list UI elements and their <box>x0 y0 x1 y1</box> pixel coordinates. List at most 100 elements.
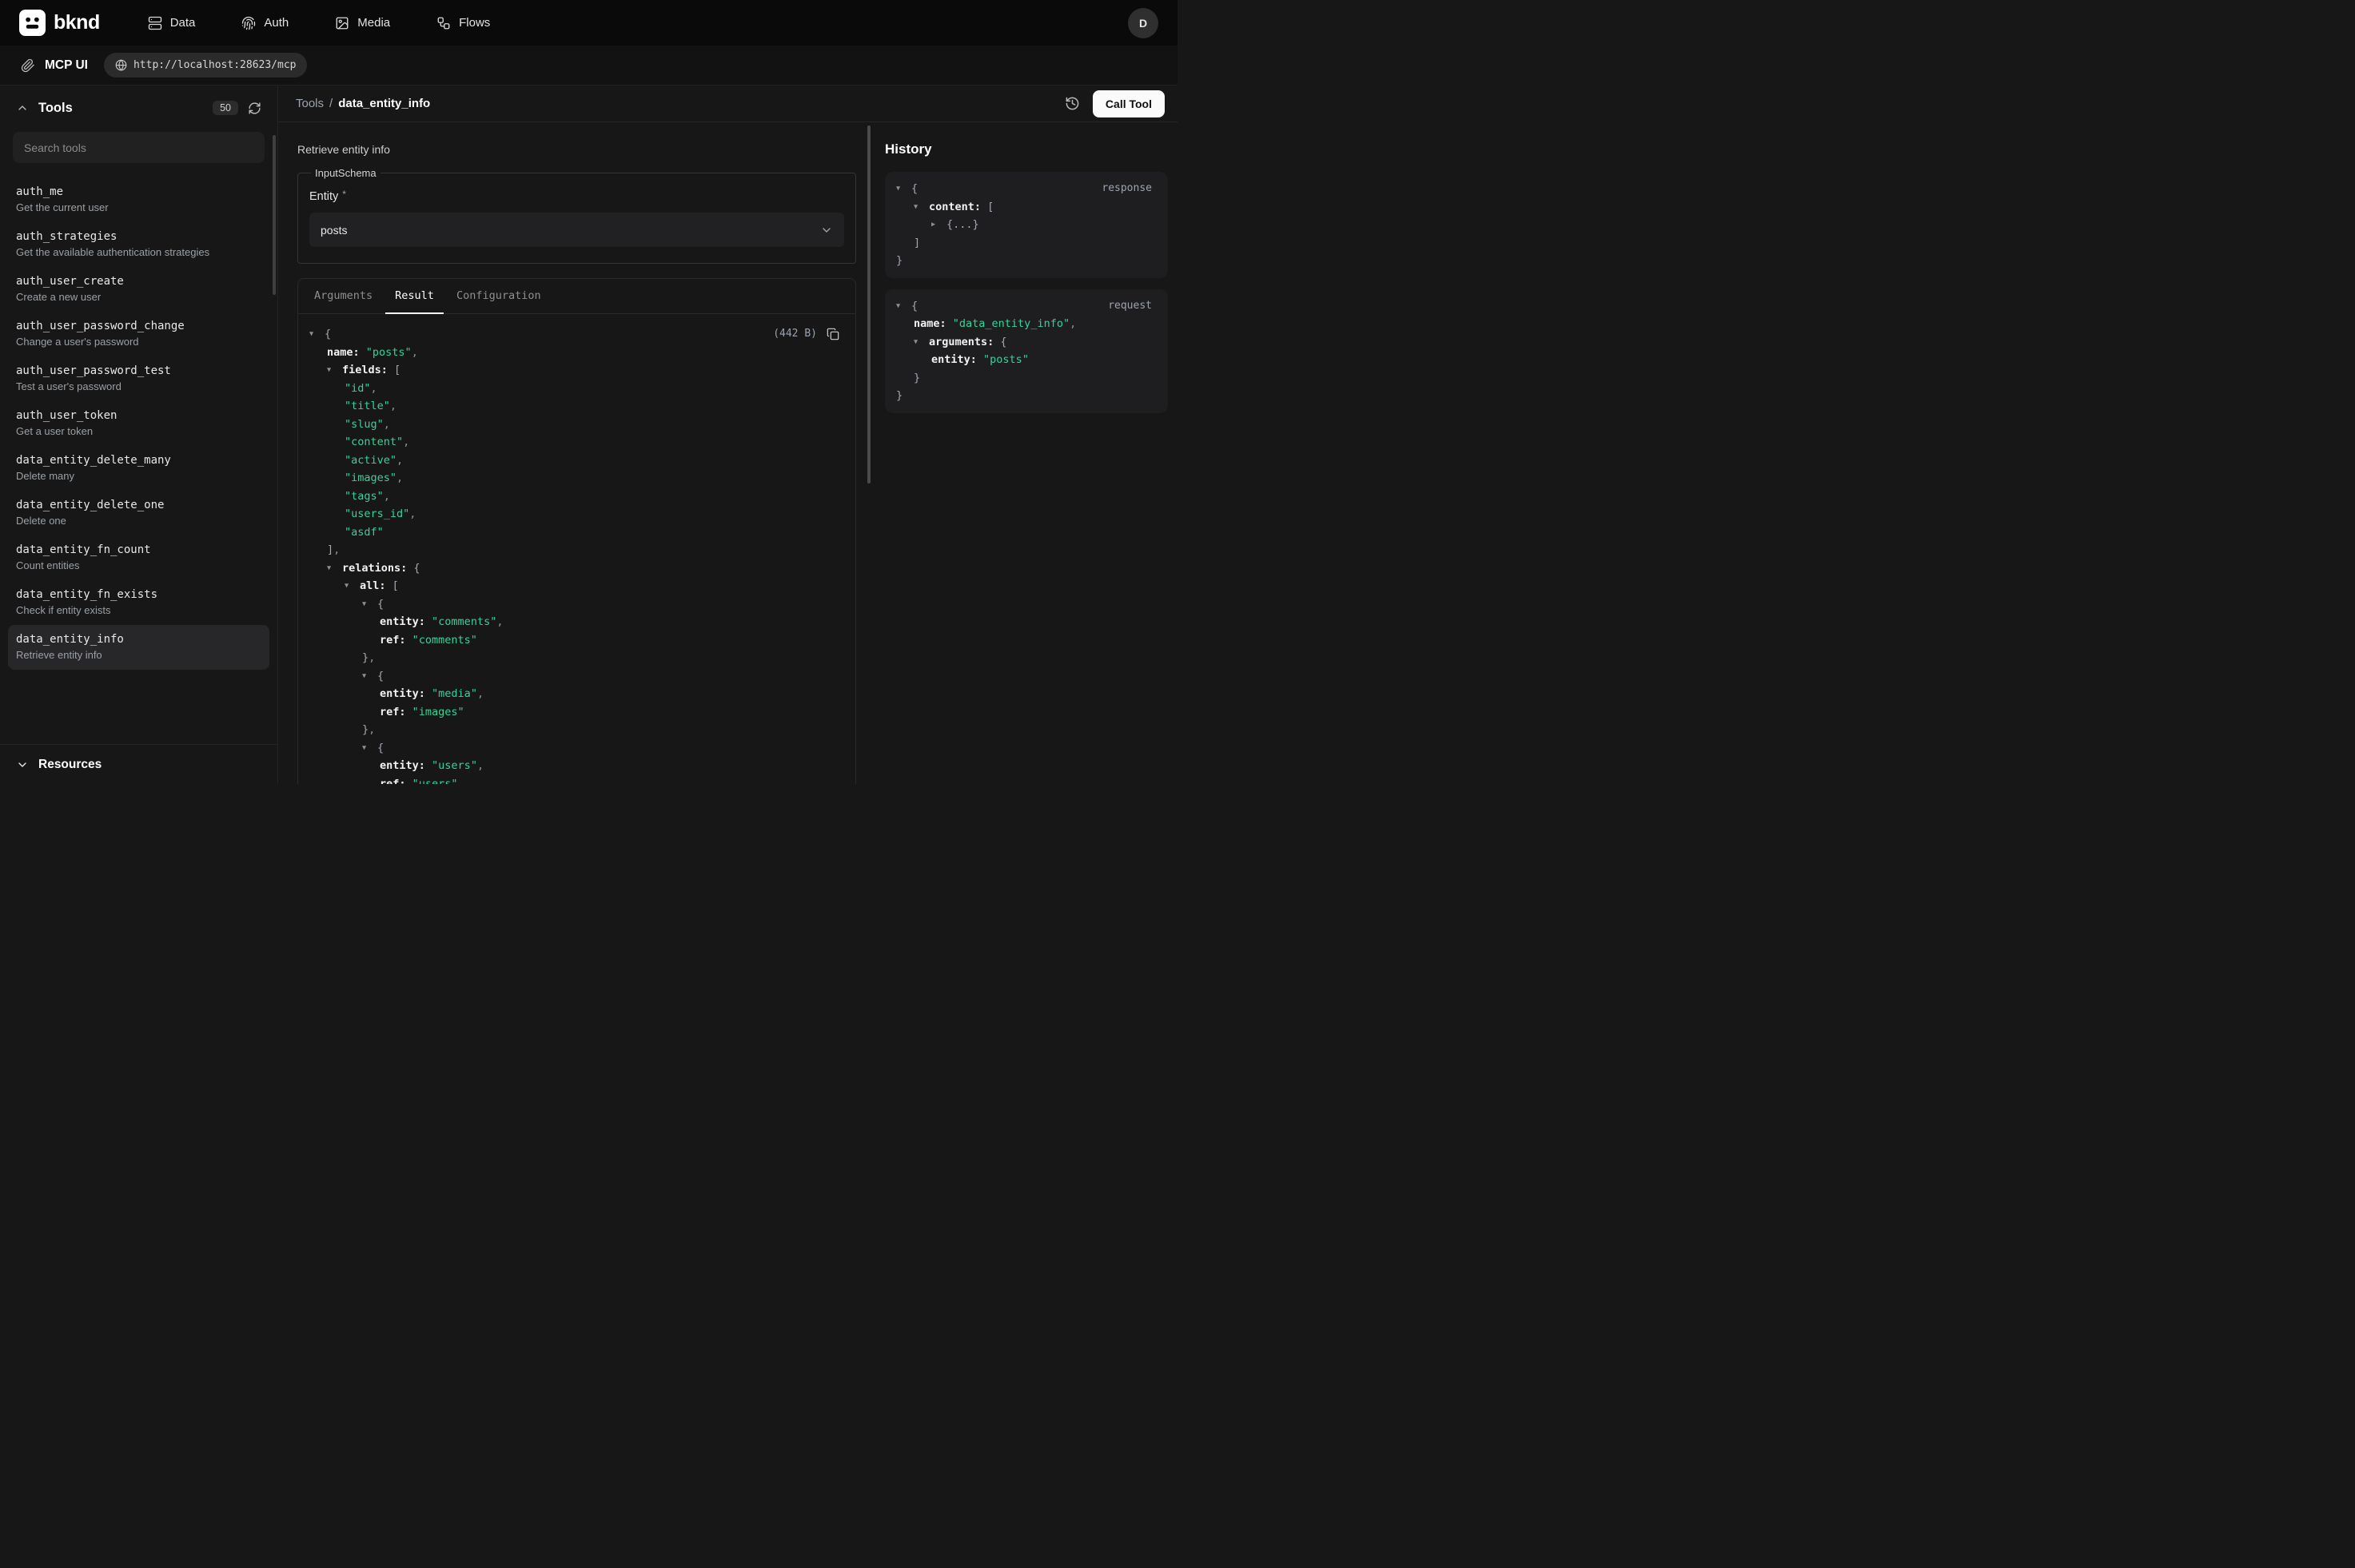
tool-list-item[interactable]: auth_user_password_changeChange a user's… <box>8 312 269 356</box>
expanded-arrow-icon[interactable]: ▼ <box>327 361 342 380</box>
expanded-arrow-icon[interactable]: ▼ <box>914 198 929 217</box>
tab-result[interactable]: Result <box>385 279 444 314</box>
tool-list-item[interactable]: data_entity_fn_existsCheck if entity exi… <box>8 580 269 625</box>
json-token: , <box>390 397 396 416</box>
json-line: ], <box>309 541 844 559</box>
json-line: "id", <box>309 380 844 398</box>
mcp-url-pill[interactable]: http://localhost:28623/mcp <box>104 53 308 78</box>
entity-select[interactable]: posts <box>309 213 844 247</box>
json-token <box>425 685 432 703</box>
json-token: , <box>1070 315 1076 333</box>
entity-select-value: posts <box>321 224 347 237</box>
tool-name: data_entity_delete_many <box>16 454 261 467</box>
json-token: arguments: <box>929 333 994 352</box>
json-token: ] <box>327 541 333 559</box>
json-token: , <box>333 541 340 559</box>
expanded-arrow-icon[interactable]: ▼ <box>896 180 911 198</box>
json-token: relations: <box>342 559 407 578</box>
json-line: } <box>896 369 1157 388</box>
tool-list-item[interactable]: data_entity_fn_countCount entities <box>8 535 269 580</box>
json-line: "title", <box>309 397 844 416</box>
sidebar-scrollbar[interactable] <box>273 135 276 295</box>
tool-list-item[interactable]: auth_strategiesGet the available authent… <box>8 222 269 267</box>
tool-list-item[interactable]: data_entity_delete_manyDelete many <box>8 446 269 491</box>
collapsed-arrow-icon[interactable]: ▶ <box>931 216 946 234</box>
json-token: "posts" <box>983 351 1029 369</box>
nav-item-data[interactable]: Data <box>148 16 196 30</box>
json-token: ref: <box>380 703 406 722</box>
expanded-arrow-icon[interactable]: ▼ <box>309 325 325 344</box>
expanded-arrow-icon[interactable]: ▼ <box>362 739 377 758</box>
expanded-arrow-icon[interactable]: ▼ <box>362 667 377 686</box>
json-token: } <box>896 387 903 405</box>
tab-arguments[interactable]: Arguments <box>305 279 382 314</box>
history-card-request[interactable]: ▼{requestname: "data_entity_info",▼argum… <box>885 289 1168 413</box>
history-button[interactable] <box>1065 96 1080 111</box>
json-token <box>425 757 432 775</box>
copy-icon[interactable] <box>827 328 839 340</box>
json-token: , <box>369 721 375 739</box>
json-token: all: <box>360 577 386 595</box>
tool-list-item[interactable]: auth_meGet the current user <box>8 177 269 222</box>
tool-list-item[interactable]: auth_user_password_testTest a user's pas… <box>8 356 269 401</box>
json-token: [ <box>987 198 994 217</box>
json-token: "images" <box>412 703 464 722</box>
json-line: } <box>896 252 1157 270</box>
expanded-arrow-icon[interactable]: ▼ <box>896 297 911 316</box>
breadcrumb-root[interactable]: Tools <box>296 97 324 110</box>
brand-name: bknd <box>54 11 100 34</box>
json-token: , <box>477 757 484 775</box>
expanded-arrow-icon[interactable]: ▼ <box>345 577 360 595</box>
json-line: }, <box>309 721 844 739</box>
tool-description: Get the current user <box>16 201 261 213</box>
tool-list-item[interactable]: data_entity_delete_oneDelete one <box>8 491 269 535</box>
expanded-arrow-icon[interactable]: ▼ <box>327 559 342 578</box>
page-title: MCP UI <box>45 58 88 73</box>
tool-name: auth_user_password_change <box>16 320 261 332</box>
nav-item-label: Data <box>170 16 196 30</box>
tool-description: Get a user token <box>16 425 261 437</box>
tool-list-item[interactable]: auth_user_tokenGet a user token <box>8 401 269 446</box>
input-schema-legend: InputSchema <box>311 167 381 179</box>
toolbar-actions: Call Tool <box>1065 90 1165 117</box>
chevron-down-icon <box>16 758 29 771</box>
json-token: name: <box>327 344 360 362</box>
json-token <box>994 333 1000 352</box>
history-card-response[interactable]: ▼{response▼content: [▶{...}]} <box>885 172 1168 278</box>
json-token: [ <box>392 577 399 595</box>
refresh-tools-button[interactable] <box>248 101 261 115</box>
tab-configuration[interactable]: Configuration <box>447 279 551 314</box>
json-line: ref: "users" <box>309 775 844 785</box>
history-card-list: ▼{response▼content: [▶{...}]}▼{requestna… <box>885 172 1168 413</box>
json-token: "media" <box>432 685 477 703</box>
json-token: ref: <box>380 631 406 650</box>
json-meta-label: request <box>1108 297 1152 316</box>
json-line: ref: "images" <box>309 703 844 722</box>
tool-description: Retrieve entity info <box>16 649 261 661</box>
expanded-arrow-icon[interactable]: ▼ <box>362 595 377 614</box>
search-input[interactable] <box>13 132 265 163</box>
collapse-tools-button[interactable] <box>16 101 29 114</box>
nav-item-label: Media <box>357 16 390 30</box>
user-avatar[interactable]: D <box>1128 8 1158 38</box>
resources-section-toggle[interactable]: Resources <box>0 744 277 784</box>
brand[interactable]: bknd <box>19 10 100 36</box>
expanded-arrow-icon[interactable]: ▼ <box>914 333 929 352</box>
tool-list-item[interactable]: auth_user_createCreate a new user <box>8 267 269 312</box>
nav-item-flows[interactable]: Flows <box>436 16 490 30</box>
breadcrumb: Tools / data_entity_info <box>296 97 430 110</box>
tool-description: Delete one <box>16 515 261 527</box>
scrollbar-thumb[interactable] <box>867 125 871 484</box>
chevron-up-icon <box>16 101 29 114</box>
json-meta-label: response <box>1102 180 1152 198</box>
content-scrollbar[interactable] <box>864 122 874 784</box>
nav-item-media[interactable]: Media <box>335 16 390 30</box>
entity-field-label: Entity* <box>309 189 844 203</box>
nav-item-auth[interactable]: Auth <box>241 16 289 30</box>
call-tool-button[interactable]: Call Tool <box>1093 90 1165 117</box>
tool-list-item[interactable]: data_entity_infoRetrieve entity info <box>8 625 269 670</box>
chevron-down-icon <box>820 224 833 237</box>
json-line: ▼{ <box>309 739 844 758</box>
json-token: } <box>362 721 369 739</box>
json-token: "slug" <box>345 416 384 434</box>
